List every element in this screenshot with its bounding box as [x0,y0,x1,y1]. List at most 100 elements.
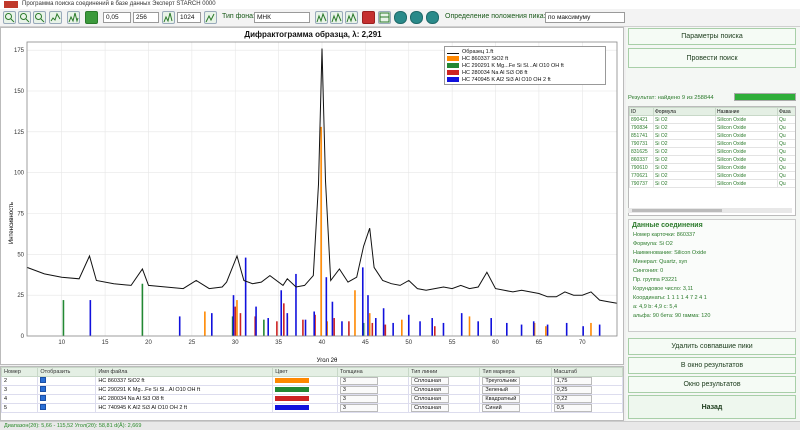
smooth-icon[interactable] [85,11,98,24]
column-header[interactable]: Отобразить [37,367,97,377]
table-row[interactable]: 2 НС 860337 SiO2 ft 3 Сплошная Треугольник 1,… [0,376,624,386]
filter-icon[interactable] [162,11,175,24]
results-column-header[interactable]: Фаза [777,107,795,116]
search-params-button[interactable]: Параметры поиска [628,28,796,45]
results-row[interactable]: 890421 Si O2 Silicon Oxide Qu [629,115,795,124]
results-row[interactable]: 770621 Si O2 Silicon Oxide Qu [629,171,795,180]
results-row[interactable]: 790834 Si O2 Silicon Oxide Qu [629,123,795,132]
table-row[interactable]: 3 НС 290291 K Mg...Fe Si Sl...Al O10 OH f… [0,385,624,395]
step-field[interactable]: 0,05 [103,12,131,23]
color-cell[interactable] [272,376,338,386]
line-type-cell[interactable]: Сплошная [408,385,481,395]
dropdown[interactable]: Зеленый [482,386,521,394]
dropdown[interactable]: Треугольник [482,377,521,385]
table-row[interactable]: 4 НС 280034 Na Al Si3 O8 ft 3 Сплошная Квадр… [0,394,624,404]
database-icon[interactable] [394,11,407,24]
thickness-cell[interactable]: 3 [336,376,410,386]
color-swatch[interactable] [275,405,310,411]
scale-cell[interactable]: 1,75 [550,376,624,386]
dropdown[interactable]: 0,5 [553,404,592,412]
scale-cell[interactable]: 0,25 [550,385,624,395]
line-type-cell[interactable]: Сплошная [408,376,481,386]
show-checkbox[interactable] [37,394,97,404]
fit-peaks-icon[interactable] [315,11,328,24]
to-results-button[interactable]: В окно результатов [628,357,796,374]
results-row[interactable]: 790737 Si O2 Silicon Oxide Qu [629,179,795,188]
window-field[interactable]: 1024 [177,12,201,23]
scale-cell[interactable]: 0,22 [550,394,624,404]
peak-mode-select[interactable]: по максимуму [545,12,625,23]
background-icon[interactable] [204,11,217,24]
results-row[interactable]: 790731 Si O2 Silicon Oxide Qu [629,139,795,148]
checkbox[interactable] [40,395,47,401]
marker-type-cell[interactable]: Зеленый [479,385,552,395]
results-column-header[interactable]: Формула [653,107,716,116]
show-checkbox[interactable] [37,385,97,395]
points-field[interactable]: 256 [133,12,159,23]
bg-type-select[interactable]: МНК [254,12,310,23]
results-hscrollbar[interactable] [628,208,792,213]
color-cell[interactable] [272,403,338,413]
results-row[interactable]: 790610 Si O2 Silicon Oxide Qu [629,163,795,172]
results-row[interactable]: 860337 Si O2 Silicon Oxide Qu [629,155,795,164]
dropdown[interactable]: Синий [482,404,521,412]
results-column-header[interactable]: Название [715,107,778,116]
zoom-out-icon[interactable] [18,11,31,24]
marker-type-cell[interactable]: Синий [479,403,552,413]
marker-type-cell[interactable]: Треугольник [479,376,552,386]
show-peaks-icon[interactable] [345,11,358,24]
zoom-in-icon[interactable] [3,11,16,24]
dropdown[interactable]: Сплошная [411,404,450,412]
dropdown[interactable]: Сплошная [411,377,450,385]
delete-icon[interactable] [362,11,375,24]
table-row[interactable]: 5 НС 740945 K Al2 Si3 Al O10 OH 2 ft 3 Спло… [0,403,624,413]
color-cell[interactable] [272,394,338,404]
results-hscroll-thumb[interactable] [632,209,722,212]
thickness-cell[interactable]: 3 [336,394,410,404]
color-swatch[interactable] [275,378,310,384]
color-cell[interactable] [272,385,338,395]
dropdown[interactable]: Сплошная [411,386,450,394]
column-header[interactable]: Масштаб [550,367,624,377]
table-icon[interactable] [378,11,391,24]
dropdown[interactable]: 0,22 [553,395,592,403]
scale-cell[interactable]: 0,5 [550,403,624,413]
column-header[interactable]: Толщина [336,367,410,377]
back-button[interactable]: Назад [628,395,796,419]
color-swatch[interactable] [275,387,310,393]
dropdown[interactable]: 3 [339,404,378,412]
marker-type-cell[interactable]: Квадратный [479,394,552,404]
results-row[interactable]: 851741 Si O2 Silicon Oxide Qu [629,131,795,140]
checkbox[interactable] [40,377,47,383]
thickness-cell[interactable]: 3 [336,403,410,413]
column-header[interactable]: Номер [0,367,39,377]
column-header[interactable]: Тип линии [408,367,481,377]
dropdown[interactable]: Квадратный [482,395,521,403]
line-type-cell[interactable]: Сплошная [408,394,481,404]
show-checkbox[interactable] [37,376,97,386]
thickness-cell[interactable]: 3 [336,385,410,395]
column-header[interactable]: Тип маркера [479,367,552,377]
column-header[interactable]: Имя файла [95,367,274,377]
zoom-fit-icon[interactable] [33,11,46,24]
dropdown[interactable]: 3 [339,386,378,394]
dropdown[interactable]: Сплошная [411,395,450,403]
database-search-icon[interactable] [410,11,423,24]
checkbox[interactable] [40,386,47,392]
results-window-button[interactable]: Окно результатов [628,376,796,393]
results-column-header[interactable]: ID [629,107,654,116]
checkbox[interactable] [40,404,47,410]
chart-view-icon[interactable] [49,11,62,24]
database-export-icon[interactable] [426,11,439,24]
column-header[interactable]: Цвет [272,367,338,377]
color-swatch[interactable] [275,396,310,402]
dropdown[interactable]: 3 [339,377,378,385]
line-type-cell[interactable]: Сплошная [408,403,481,413]
delete-matched-peaks-button[interactable]: Удалить совпавшие пики [628,338,796,355]
find-peaks-icon[interactable] [330,11,343,24]
show-checkbox[interactable] [37,403,97,413]
dropdown[interactable]: 1,75 [553,377,592,385]
results-row[interactable]: 831625 Si O2 Silicon Oxide Qu [629,147,795,156]
peaks-icon[interactable] [67,11,80,24]
run-search-button[interactable]: Провести поиск [628,48,796,68]
